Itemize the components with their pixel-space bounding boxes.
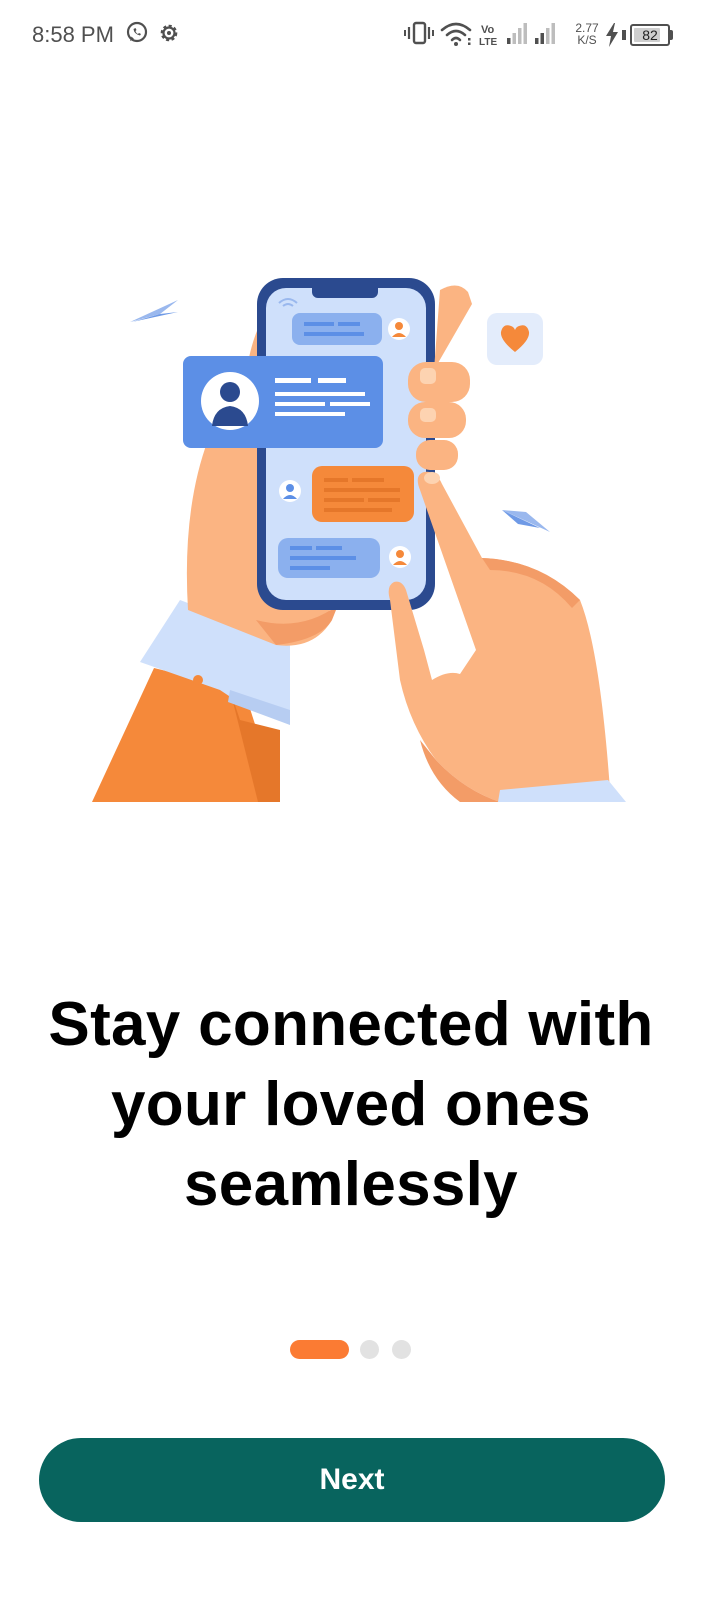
svg-text:Vo: Vo bbox=[481, 24, 495, 36]
whatsapp-icon bbox=[124, 20, 150, 51]
onboarding-headline: Stay connected with your loved ones seam… bbox=[48, 990, 654, 1219]
vibrate-icon bbox=[404, 20, 434, 51]
page-indicator bbox=[0, 1340, 702, 1360]
signal-icon bbox=[534, 22, 556, 51]
hands-phone-chat-illustration bbox=[92, 278, 626, 802]
net-speed-unit: K/S bbox=[577, 33, 597, 47]
status-time: 8:58 PM bbox=[32, 22, 114, 47]
battery-terminal-left bbox=[622, 30, 626, 40]
next-button[interactable]: Next bbox=[39, 1438, 665, 1522]
battery-nub bbox=[670, 30, 673, 40]
page-dot-active[interactable] bbox=[290, 1340, 349, 1359]
status-bar: 8:58 PM Vo LTE 2.77 K/S 82 bbox=[0, 0, 702, 72]
net-speed: 2.77 K/S bbox=[574, 22, 600, 46]
settings-gear-icon bbox=[156, 20, 182, 51]
wifi-icon bbox=[440, 20, 474, 53]
signal-icon bbox=[506, 22, 528, 51]
battery-level: 82 bbox=[642, 27, 658, 43]
svg-text:LTE: LTE bbox=[479, 37, 497, 48]
page-dot[interactable] bbox=[360, 1340, 379, 1359]
charging-icon bbox=[604, 22, 620, 53]
onboarding-illustration bbox=[80, 270, 640, 830]
battery-icon: 82 bbox=[630, 24, 670, 46]
page-dot[interactable] bbox=[392, 1340, 411, 1359]
volte-icon: Vo LTE bbox=[478, 22, 502, 53]
